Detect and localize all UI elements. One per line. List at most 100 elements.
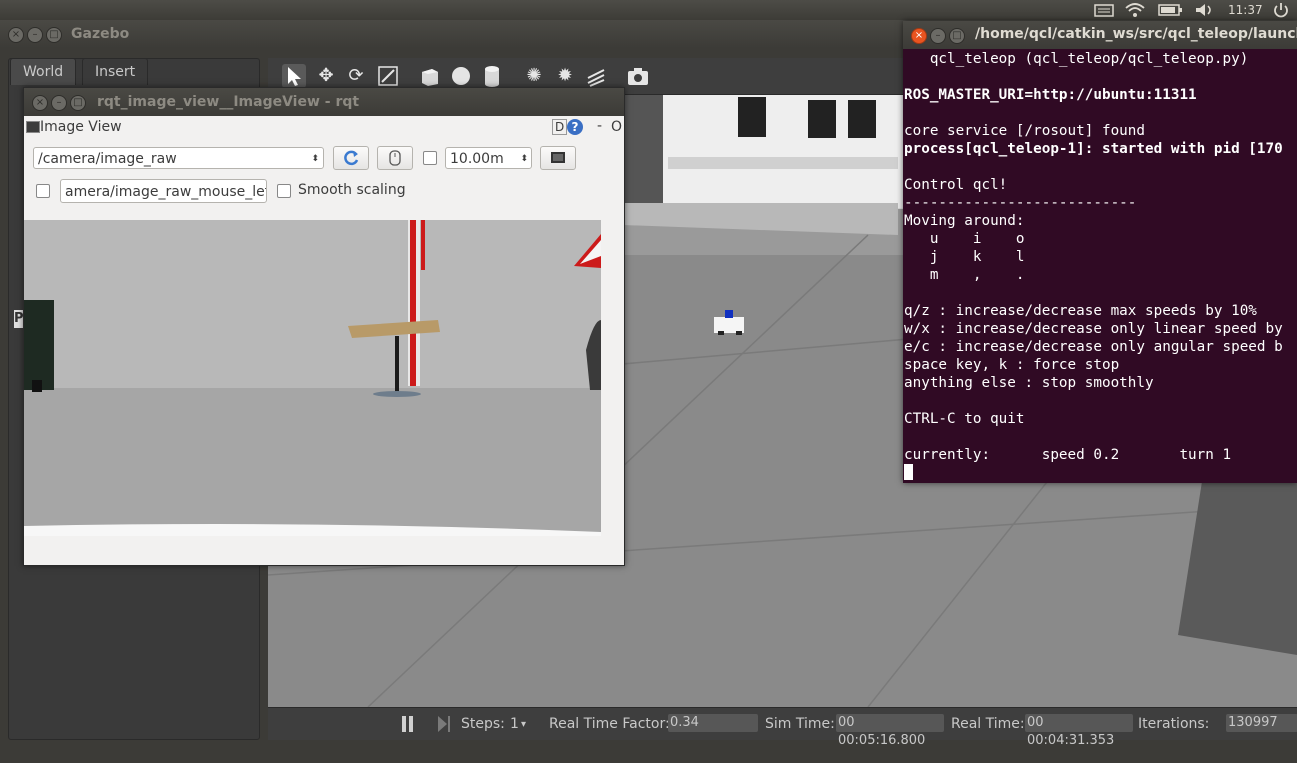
clock[interactable]: 11:37 bbox=[1228, 2, 1263, 18]
window-title: Gazebo bbox=[71, 26, 130, 42]
close-icon[interactable]: × bbox=[32, 95, 48, 111]
terminal-line: space key, k : force stop bbox=[904, 357, 1120, 373]
window-title: rqt_image_view__ImageView - rqt bbox=[97, 94, 360, 110]
steps-label: Steps: bbox=[461, 716, 505, 732]
rotate-checkbox[interactable] bbox=[423, 151, 437, 165]
maximize-icon[interactable]: □ bbox=[70, 95, 86, 111]
terminal-line: Control qcl! bbox=[904, 177, 1008, 193]
point-light-icon[interactable]: ✺ bbox=[522, 64, 546, 88]
sim-time-label: Sim Time: bbox=[765, 716, 835, 732]
terminal-line: --------------------------- bbox=[904, 195, 1137, 211]
directional-light-icon[interactable] bbox=[584, 64, 608, 88]
terminal-line: m , . bbox=[904, 267, 1025, 283]
step-icon[interactable] bbox=[436, 715, 452, 733]
close-icon[interactable]: × bbox=[911, 28, 927, 44]
zoom-spinbox[interactable]: 10.00m ⬍ bbox=[445, 147, 532, 169]
close-plugin-button[interactable]: O bbox=[611, 119, 622, 135]
spin-arrows-icon: ⬍ bbox=[520, 154, 528, 164]
box-icon[interactable] bbox=[418, 64, 442, 88]
volume-icon[interactable] bbox=[1194, 2, 1214, 18]
mouse-icon bbox=[389, 150, 401, 166]
help-icon[interactable]: ? bbox=[567, 119, 583, 135]
mouse-topic-input[interactable]: amera/image_raw_mouse_left bbox=[60, 179, 267, 203]
terminal-line: j k l bbox=[904, 249, 1025, 265]
terminal-line: u i o bbox=[904, 231, 1025, 247]
close-icon[interactable]: × bbox=[8, 27, 24, 43]
plugin-title: Image View bbox=[40, 119, 122, 135]
scale-icon[interactable] bbox=[376, 64, 400, 88]
smooth-scaling-checkbox[interactable] bbox=[277, 184, 291, 198]
maximize-icon[interactable]: □ bbox=[949, 28, 965, 44]
rqt-image-view-window: × – □ rqt_image_view__ImageView - rqt Im… bbox=[23, 87, 625, 566]
publish-mouse-checkbox[interactable] bbox=[36, 184, 50, 198]
terminal-line: process[qcl_teleop-1]: started with pid … bbox=[904, 141, 1283, 157]
power-icon[interactable] bbox=[1272, 2, 1290, 18]
minimize-icon[interactable]: – bbox=[27, 27, 43, 43]
sim-time-value: 00 00:05:16.800 bbox=[836, 714, 944, 748]
terminal-line: core service [/rosout] found bbox=[904, 123, 1146, 139]
topic-select[interactable]: /camera/image_raw ⬍ bbox=[33, 147, 324, 169]
minimize-icon[interactable]: – bbox=[930, 28, 946, 44]
select-arrow-icon[interactable] bbox=[282, 64, 306, 88]
rtf-value: 0.34 bbox=[668, 714, 758, 732]
image-view-icon bbox=[26, 121, 40, 133]
terminal-line: ROS_MASTER_URI=http://ubuntu:11311 bbox=[904, 87, 1197, 103]
terminal-line: q/z : increase/decrease max speeds by 10… bbox=[904, 303, 1257, 319]
terminal-title-bar: × – □ /home/qcl/catkin_ws/src/qcl_teleop… bbox=[903, 21, 1297, 49]
monitor-icon bbox=[551, 152, 565, 163]
tab-world[interactable]: World bbox=[10, 58, 77, 85]
save-image-button[interactable] bbox=[540, 146, 576, 170]
terminal-cursor bbox=[904, 464, 913, 480]
battery-icon[interactable] bbox=[1158, 2, 1184, 18]
terminal-window: × – □ /home/qcl/catkin_ws/src/qcl_teleop… bbox=[903, 21, 1297, 483]
screenshot-icon[interactable] bbox=[626, 64, 650, 88]
cylinder-icon[interactable] bbox=[480, 64, 504, 88]
wifi-icon[interactable] bbox=[1124, 2, 1146, 18]
terminal-line: Moving around: bbox=[904, 213, 1025, 229]
terminal-line: qcl_teleop (qcl_teleop/qcl_teleop.py) bbox=[904, 51, 1249, 67]
topic-value: /camera/image_raw bbox=[38, 151, 177, 167]
d-button[interactable]: D bbox=[552, 119, 568, 135]
real-time-label: Real Time: bbox=[951, 716, 1025, 732]
minimize-icon[interactable]: – bbox=[51, 95, 67, 111]
iterations-value: 130997 bbox=[1226, 714, 1297, 732]
maximize-icon[interactable]: □ bbox=[46, 27, 62, 43]
smooth-scaling-label: Smooth scaling bbox=[298, 182, 406, 198]
steps-spinner-icon[interactable]: ▾ bbox=[521, 719, 526, 730]
combo-arrows-icon: ⬍ bbox=[311, 154, 319, 164]
keyboard-icon[interactable] bbox=[1094, 2, 1114, 18]
zoom-value: 10.00m bbox=[450, 151, 504, 167]
terminal-line: CTRL-C to quit bbox=[904, 411, 1025, 427]
steps-value[interactable]: 1 bbox=[510, 716, 519, 732]
real-time-value: 00 00:04:31.353 bbox=[1025, 714, 1133, 748]
minimize-plugin-button[interactable]: - bbox=[597, 118, 602, 134]
iterations-label: Iterations: bbox=[1138, 716, 1210, 732]
refresh-button[interactable] bbox=[333, 146, 369, 170]
tab-insert[interactable]: Insert bbox=[82, 58, 149, 85]
rotate-icon[interactable]: ⟳ bbox=[344, 64, 368, 88]
mouse-button[interactable] bbox=[377, 146, 413, 170]
mouse-topic-value: amera/image_raw_mouse_left bbox=[65, 184, 267, 200]
refresh-icon bbox=[344, 150, 359, 166]
rqt-title-bar: × – □ rqt_image_view__ImageView - rqt bbox=[24, 88, 624, 116]
camera-render bbox=[24, 220, 601, 536]
terminal-line: anything else : stop smoothly bbox=[904, 375, 1154, 391]
translate-icon[interactable]: ✥ bbox=[314, 64, 338, 88]
terminal-line: e/c : increase/decrease only angular spe… bbox=[904, 339, 1283, 355]
terminal-output[interactable]: qcl_teleop (qcl_teleop/qcl_teleop.py) RO… bbox=[904, 50, 1283, 464]
rtf-label: Real Time Factor: bbox=[549, 716, 670, 732]
pause-icon[interactable] bbox=[400, 715, 416, 733]
spot-light-icon[interactable]: ✹ bbox=[553, 64, 577, 88]
terminal-line: currently: speed 0.2 turn 1 bbox=[904, 447, 1232, 463]
sphere-icon[interactable] bbox=[449, 64, 473, 88]
window-title: /home/qcl/catkin_ws/src/qcl_teleop/launc… bbox=[975, 26, 1297, 42]
gazebo-status-bar: Steps: 1 ▾ Real Time Factor: 0.34 Sim Ti… bbox=[268, 707, 1297, 748]
camera-image[interactable] bbox=[24, 220, 601, 536]
terminal-line: w/x : increase/decrease only linear spee… bbox=[904, 321, 1283, 337]
